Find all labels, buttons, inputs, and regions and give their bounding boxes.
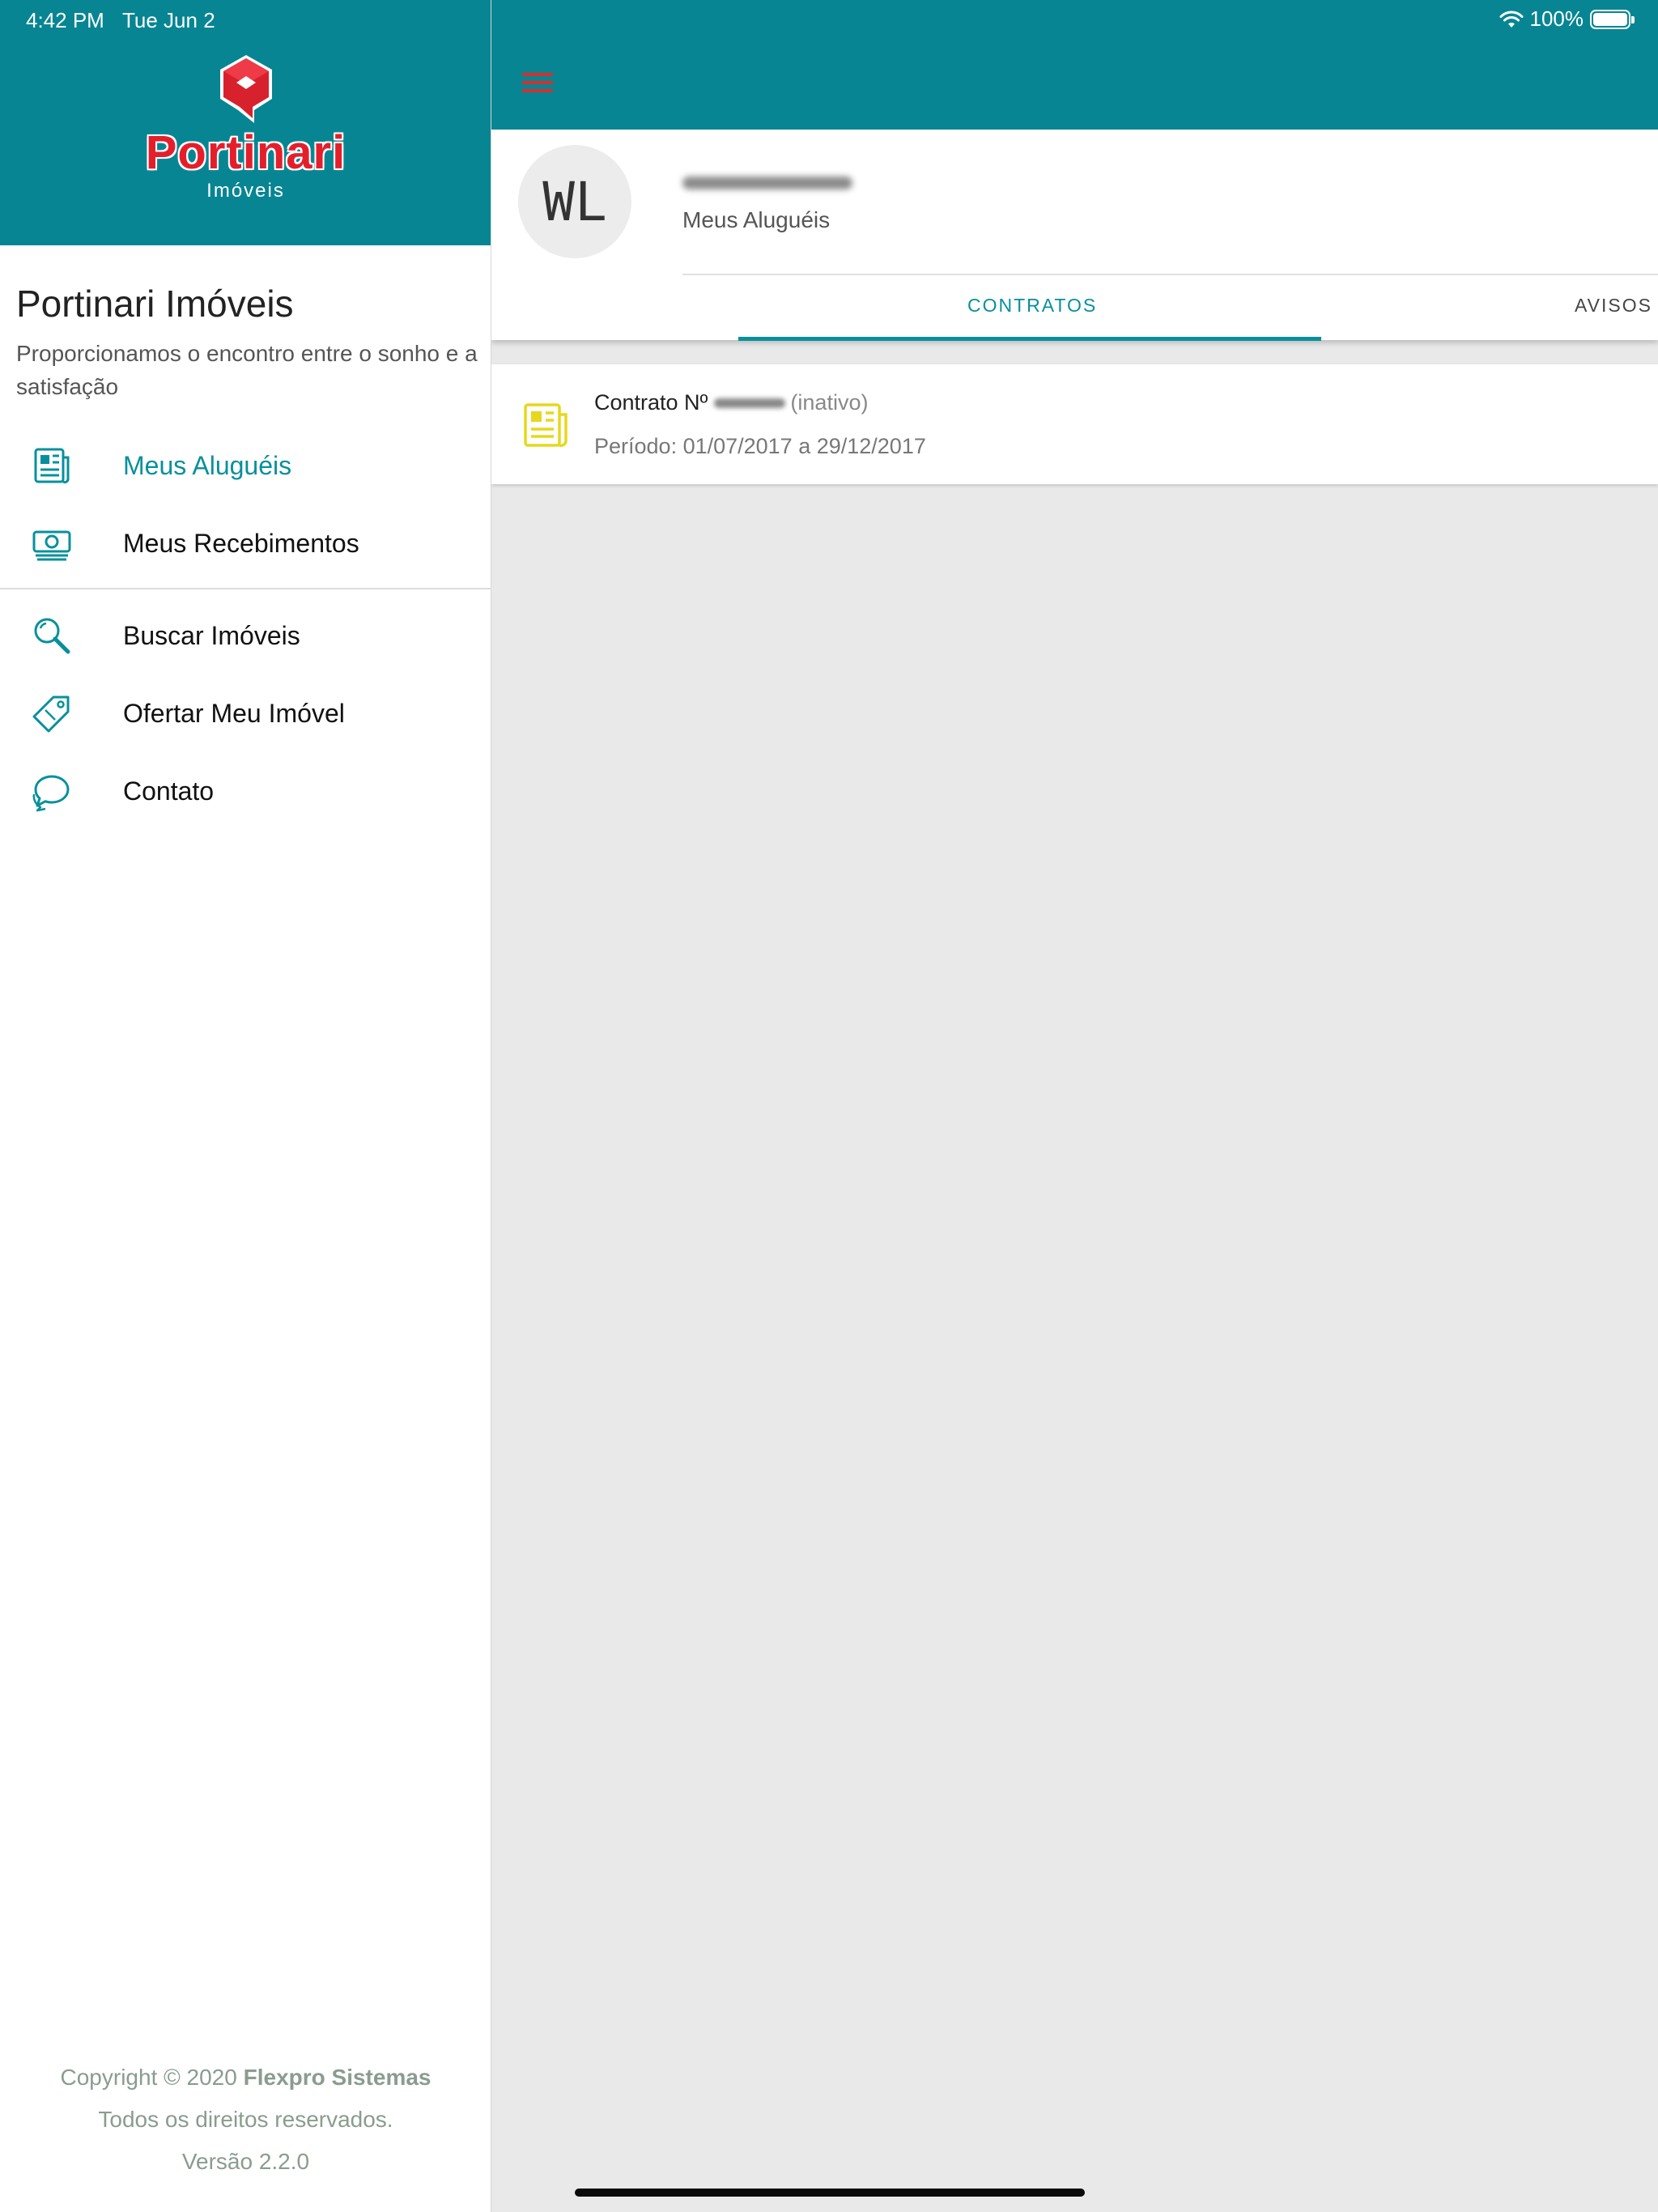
company-name: Flexpro Sistemas [243,2065,432,2090]
contract-card[interactable]: Contrato Nº (inativo) Período: 01/07/201… [491,364,1658,484]
copyright-prefix: Copyright © 2020 [60,2065,244,2090]
newspaper-icon [34,448,70,484]
tag-icon [32,696,70,733]
profile-card: WL Meus Aluguéis CONTRATOS AVISOS [491,130,1658,341]
active-tab-indicator [738,337,1321,341]
version-text: Versão 2.2.0 [181,2149,310,2174]
sidebar-item-buscar-imoveis[interactable]: Buscar Imóveis [0,599,491,672]
contract-number-redacted [714,398,786,408]
sidebar: Portinari Imóveis Portinari Imóveis Prop… [0,0,491,2212]
status-right: 100% [1499,6,1635,32]
profile-subtitle: Meus Aluguéis [682,207,831,232]
user-name-redacted [682,177,852,189]
sidebar-item-contato[interactable]: Contato [0,755,491,827]
copyright: Copyright © 2020 Flexpro Sistemas [0,2057,491,2099]
avatar: WL [518,145,631,258]
sidebar-item-meus-recebimentos[interactable]: Meus Recebimentos [0,507,491,580]
rights-text: Todos os direitos reservados. [98,2107,393,2132]
menu-button[interactable] [522,73,553,96]
wifi-icon [1499,11,1523,28]
main-content: WL Meus Aluguéis CONTRATOS AVISOS Contra… [491,0,1658,2212]
app-screen: 4:42 PM Tue Jun 2 100% Portinari Imóveis… [0,0,1658,2212]
contract-document-icon [524,403,568,448]
battery-icon [1590,9,1635,29]
status-bar: 4:42 PM Tue Jun 2 100% [0,0,1658,39]
logo-subtitle: Imóveis [206,180,285,202]
status-date: Tue Jun 2 [122,8,215,32]
logo-mark-icon [219,55,272,123]
status-time: 4:42 PM [26,8,104,32]
sidebar-footer: Copyright © 2020 Flexpro Sistemas Todos … [0,2057,491,2183]
home-indicator[interactable] [575,2189,1085,2197]
sidebar-item-label: Meus Recebimentos [123,528,359,558]
chat-icon [32,775,70,812]
sidebar-item-label: Ofertar Meu Imóvel [123,698,345,728]
menu-divider [0,588,491,589]
contract-label: Contrato Nº [594,390,708,415]
contract-title: Contrato Nº (inativo) [594,390,868,415]
sidebar-item-ofertar-imovel[interactable]: Ofertar Meu Imóvel [0,677,491,750]
contract-period: Período: 01/07/2017 a 29/12/2017 [594,434,926,458]
contract-status: (inativo) [790,390,869,415]
money-icon [32,530,71,561]
profile-divider [682,274,1658,275]
brand-title: Portinari Imóveis [16,283,294,325]
sidebar-item-meus-alugueis[interactable]: Meus Aluguéis [0,429,491,502]
tab-contratos[interactable]: CONTRATOS [967,295,1097,317]
battery-percent: 100% [1529,6,1584,31]
sidebar-item-label: Buscar Imóveis [123,620,300,650]
logo-word: Portinari [145,126,346,179]
sidebar-item-label: Contato [123,776,215,806]
search-icon [34,618,70,654]
brand-tagline: Proporcionamos o encontro entre o sonho … [16,341,478,399]
sidebar-item-label: Meus Aluguéis [123,450,292,480]
portinari-logo: Portinari Imóveis [0,52,491,202]
tab-avisos[interactable]: AVISOS [1575,295,1652,317]
